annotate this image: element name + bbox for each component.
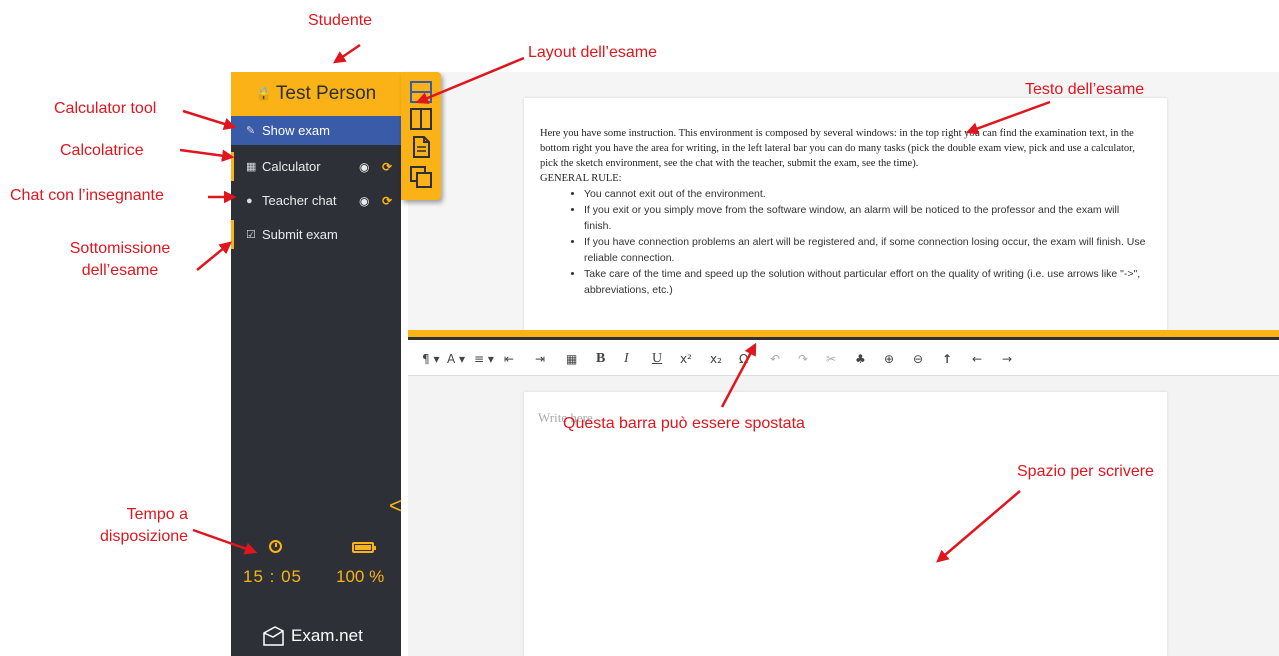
brand-name: Exam.net xyxy=(291,626,363,645)
annotation-sottomissione: Sottomissione dell’esame xyxy=(50,238,190,282)
font-button[interactable]: A ▾ xyxy=(447,352,465,366)
zoom-out-button[interactable]: ⊖ xyxy=(913,352,923,366)
annotation-barra: Questa barra può essere spostata xyxy=(563,415,805,432)
annotation-calculator-tool: Calculator tool xyxy=(54,100,157,117)
student-name: Test Person xyxy=(275,83,377,104)
lock-icon: 🔒 xyxy=(255,86,272,101)
annotation-tempo-line1: Tempo a xyxy=(126,506,188,523)
annotation-testo: Testo dell’esame xyxy=(1025,81,1145,98)
arrow-up-button[interactable]: ↑ xyxy=(942,352,952,366)
sidebar-item-teacher-chat[interactable]: ● Teacher chat ◉ ⟳ xyxy=(231,186,401,215)
target-icon[interactable]: ◉ xyxy=(359,194,369,208)
outdent-button[interactable]: ⇤ xyxy=(504,352,514,366)
target-icon[interactable]: ◉ xyxy=(359,160,369,174)
indent-button[interactable]: ⇥ xyxy=(535,352,545,366)
arrow-studente xyxy=(332,43,361,64)
refresh-icon[interactable]: ⟳ xyxy=(382,194,392,208)
document-icon[interactable] xyxy=(409,135,433,159)
cut-button[interactable]: ✂ xyxy=(826,352,836,366)
zoom-in-button[interactable]: ⊕ xyxy=(884,352,894,366)
paragraph-format-button[interactable]: ¶ ▾ xyxy=(422,352,439,366)
arrow-calculator-tool xyxy=(182,109,237,130)
layout-horizontal-split-icon[interactable] xyxy=(409,80,433,104)
chevron-left-icon[interactable]: < xyxy=(389,493,402,519)
rules-list: You cannot exit out of the environment. … xyxy=(584,186,1149,298)
exam-intro: Here you have some instruction. This env… xyxy=(540,128,1135,169)
align-button[interactable]: ≡ ▾ xyxy=(474,352,494,366)
calculator-icon: ▦ xyxy=(246,161,257,173)
arrow-sottomissione xyxy=(196,241,232,271)
refresh-icon[interactable]: ⟳ xyxy=(382,160,392,174)
list-item: You cannot exit out of the environment. xyxy=(584,186,1149,202)
annotation-studente: Studente xyxy=(308,12,373,29)
annotation-spazio: Spazio per scrivere xyxy=(1017,463,1154,480)
sidebar-item-label: Show exam xyxy=(262,123,330,138)
underline-button[interactable]: U xyxy=(652,351,662,367)
exam-text-area: Here you have some instruction. This env… xyxy=(408,72,1279,330)
sidebar-item-label: Submit exam xyxy=(262,227,338,242)
annotation-layout: Layout dell’esame xyxy=(528,44,657,61)
writing-area: Write here xyxy=(408,376,1279,656)
exam-paper: Here you have some instruction. This env… xyxy=(524,98,1167,330)
chat-icon: ● xyxy=(246,194,253,207)
arrow-calcolatrice xyxy=(179,148,235,162)
italic-button[interactable]: I xyxy=(624,351,629,367)
sidebar-item-label: Calculator xyxy=(262,159,321,174)
plugin-button[interactable]: ♣ xyxy=(855,352,866,366)
rule-heading: GENERAL RULE: xyxy=(540,173,622,184)
layout-panel xyxy=(401,72,441,200)
annotation-calcolatrice: Calcolatrice xyxy=(60,142,144,159)
annotation-tempo-line2: disposizione xyxy=(100,528,189,545)
list-item: If you exit or you simply move from the … xyxy=(584,202,1149,234)
undo-button[interactable]: ↶ xyxy=(770,352,780,366)
edit-icon: ✎ xyxy=(246,125,256,137)
superscript-button[interactable]: x² xyxy=(680,352,692,366)
sidebar: 🔒 Test Person ✎ Show exam ▦ Calculator ◉… xyxy=(231,72,402,656)
exam-environment-screen: 🔒 Test Person ✎ Show exam ▦ Calculator ◉… xyxy=(0,0,1279,656)
redo-button[interactable]: ↷ xyxy=(798,352,808,366)
sidebar-item-calculator[interactable]: ▦ Calculator ◉ ⟳ xyxy=(231,152,401,181)
sidebar-item-label: Teacher chat xyxy=(262,193,337,208)
list-item: Take care of the time and speed up the s… xyxy=(584,266,1149,298)
annotation-chat: Chat con l’insegnante xyxy=(10,187,164,204)
check-square-icon: ☑ xyxy=(246,229,256,241)
list-item: If you have connection problems an alert… xyxy=(584,234,1149,266)
arrow-left-button[interactable]: ← xyxy=(972,352,982,366)
layout-vertical-split-icon[interactable] xyxy=(409,107,433,131)
time-left: 15 : 05 xyxy=(243,567,302,586)
exam-net-logo-icon xyxy=(263,626,284,646)
sidebar-item-submit-exam[interactable]: ☑ Submit exam xyxy=(231,220,401,249)
bold-button[interactable]: B xyxy=(596,351,605,367)
annotation-tempo: Tempo a disposizione xyxy=(100,504,188,548)
sidebar-item-show-exam[interactable]: ✎ Show exam xyxy=(231,116,401,145)
copy-window-icon[interactable] xyxy=(409,165,433,189)
table-button[interactable]: ▦ xyxy=(566,352,577,366)
editor-toolbar: ¶ ▾ A ▾ ≡ ▾ ⇤ ⇥ ▦ B I U x² x₂ Ω ↶ ↷ ✂ ♣ … xyxy=(408,343,1279,376)
special-characters-button[interactable]: Ω xyxy=(739,352,748,366)
annotation-sottomissione-line2: dell’esame xyxy=(81,262,159,279)
resize-split-bar[interactable] xyxy=(408,330,1279,340)
brand-logo: Exam.net xyxy=(261,625,363,647)
battery-level: 100 % xyxy=(336,567,385,586)
clock-icon xyxy=(269,540,282,553)
annotation-sottomissione-line1: Sottomissione xyxy=(69,240,171,257)
subscript-button[interactable]: x₂ xyxy=(710,352,722,366)
battery-icon xyxy=(352,542,376,553)
student-header: 🔒 Test Person xyxy=(231,72,401,116)
arrow-right-button[interactable]: → xyxy=(1002,352,1012,366)
